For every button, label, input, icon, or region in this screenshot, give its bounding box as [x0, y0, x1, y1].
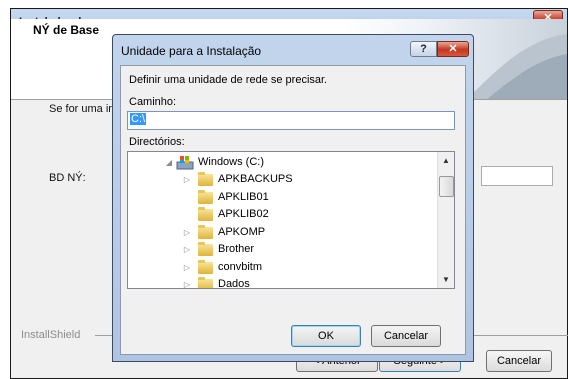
installer-cancel-button[interactable]: Cancelar	[486, 350, 552, 372]
folder-icon	[198, 189, 213, 204]
tree-folder-row[interactable]: APKLIB01	[128, 189, 438, 206]
folder-icon	[198, 224, 213, 239]
cancel-button[interactable]: Cancelar	[371, 325, 441, 347]
installshield-label: InstallShield	[21, 329, 81, 341]
scroll-down-icon[interactable]: ▼	[438, 271, 454, 288]
tree-folder-row[interactable]: ▷ APKOMP	[128, 224, 438, 241]
folder-icon	[198, 259, 213, 274]
tree-folder-row[interactable]: ▷ Dados	[128, 276, 438, 289]
collapse-arrow-icon[interactable]: ◢	[164, 154, 174, 171]
dialog-title: Unidade para a Instalação	[121, 44, 262, 58]
drive-dialog: Unidade para a Instalação ? ✕ Definir um…	[112, 34, 474, 362]
drive-icon	[176, 156, 194, 170]
tree-folder-label: APKLIB01	[218, 190, 269, 203]
path-input-value: C:\	[130, 113, 147, 125]
dialog-body: Definir uma unidade de rede se precisar.…	[120, 65, 466, 355]
tree-scrollbar[interactable]: ▲ ▼	[437, 152, 454, 288]
expand-arrow-icon[interactable]: ▷	[182, 276, 192, 288]
tree-root-row[interactable]: ◢ Windows (C:)	[128, 154, 438, 171]
folder-icon	[198, 172, 213, 186]
directories-label: Directórios:	[129, 136, 185, 148]
instruction-text: Definir uma unidade de rede se precisar.	[129, 74, 328, 86]
tree-folder-label: Brother	[218, 243, 255, 255]
installer-header-title: NÝ de Base	[33, 23, 100, 37]
tree-folder-row[interactable]: APKLIB02	[128, 206, 438, 223]
tree-folder-label: APKBACKUPS	[218, 173, 293, 185]
scroll-thumb[interactable]	[439, 176, 454, 197]
expand-arrow-icon[interactable]: ▷	[182, 259, 192, 276]
installer-description: Se for uma ir	[49, 103, 112, 115]
tree-folder-label: convbitm	[218, 260, 263, 273]
tree-folder-label: APKOMP	[218, 225, 266, 238]
tree-folder-label: APKLIB02	[218, 208, 269, 220]
dialog-close-button[interactable]: ✕	[437, 41, 469, 57]
expand-arrow-icon[interactable]: ▷	[182, 224, 192, 241]
tree-folder-row[interactable]: ▷ convbitm	[128, 259, 438, 276]
tree-root-label: Windows (C:)	[198, 156, 265, 168]
scroll-up-icon[interactable]: ▲	[438, 152, 454, 169]
tree-folder-row[interactable]: ▷ APKBACKUPS	[128, 171, 438, 188]
directory-tree[interactable]: ◢ Windows (C:) ▷ APKBACKUPS APKLIB01 APKLIB…	[127, 151, 455, 289]
path-label: Caminho:	[129, 96, 177, 108]
help-button[interactable]: ?	[410, 41, 437, 57]
folder-icon	[198, 242, 213, 256]
path-input[interactable]: C:\	[127, 111, 455, 130]
ok-button[interactable]: OK	[291, 325, 361, 347]
db-input[interactable]	[481, 166, 553, 186]
db-label: BD NÝ:	[49, 172, 86, 184]
expand-arrow-icon[interactable]: ▷	[182, 241, 192, 258]
tree-folder-row[interactable]: ▷ Brother	[128, 241, 438, 258]
folder-icon	[198, 277, 213, 288]
folder-icon	[198, 207, 213, 221]
tree-folder-label: Dados	[218, 278, 250, 289]
expand-arrow-icon[interactable]: ▷	[182, 171, 192, 188]
